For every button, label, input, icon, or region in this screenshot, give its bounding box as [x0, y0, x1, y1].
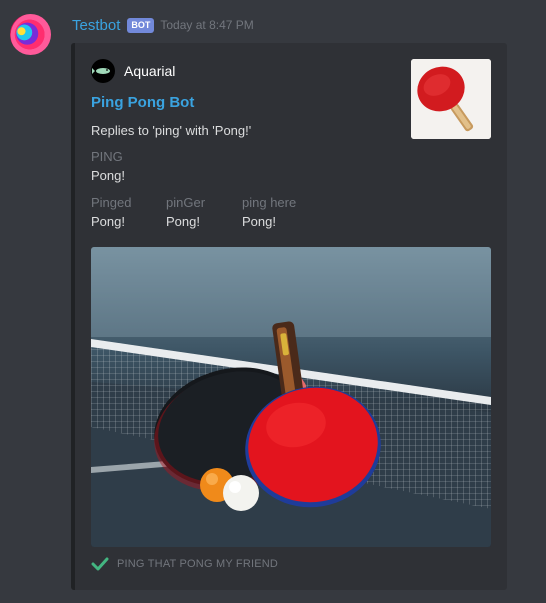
paddle-thumbnail-image	[411, 59, 491, 139]
field-name: Pinged	[91, 195, 132, 210]
embed-title[interactable]: Ping Pong Bot	[91, 94, 194, 111]
embed-field: PING Pong!	[91, 149, 125, 183]
field-name: PING	[91, 149, 123, 164]
embed-footer: PING THAT PONG MY FRIEND	[91, 555, 278, 573]
ping-pong-image	[91, 247, 491, 547]
field-name: pinGer	[166, 195, 206, 210]
author-name[interactable]: Aquarial	[124, 63, 175, 79]
embed-field: pinGer Pong!	[166, 195, 205, 229]
rich-embed: Aquarial Ping Pong Bot Replies to 'ping'…	[71, 43, 507, 590]
embed-image[interactable]	[91, 247, 491, 547]
fish-icon	[92, 68, 110, 74]
embed-field: Pinged Pong!	[91, 195, 131, 229]
embed-thumbnail[interactable]	[411, 59, 491, 139]
field-value: Pong!	[166, 214, 200, 229]
username[interactable]: Testbot	[72, 17, 120, 34]
embed-author: Aquarial	[91, 59, 175, 83]
field-name: ping here	[242, 195, 297, 210]
embed-description: Replies to 'ping' with 'Pong!'	[91, 123, 252, 138]
timestamp: Today at 8:47 PM	[160, 18, 254, 32]
footer-text: PING THAT PONG MY FRIEND	[117, 558, 279, 570]
check-icon	[91, 557, 109, 571]
author-avatar	[91, 59, 115, 83]
bot-avatar[interactable]	[10, 14, 51, 55]
field-value: Pong!	[91, 168, 125, 183]
field-value: Pong!	[91, 214, 125, 229]
embed-field: ping here Pong!	[242, 195, 296, 229]
message-header: Testbot BOT Today at 8:47 PM	[72, 15, 254, 35]
field-value: Pong!	[242, 214, 276, 229]
bot-tag: BOT	[127, 17, 155, 33]
